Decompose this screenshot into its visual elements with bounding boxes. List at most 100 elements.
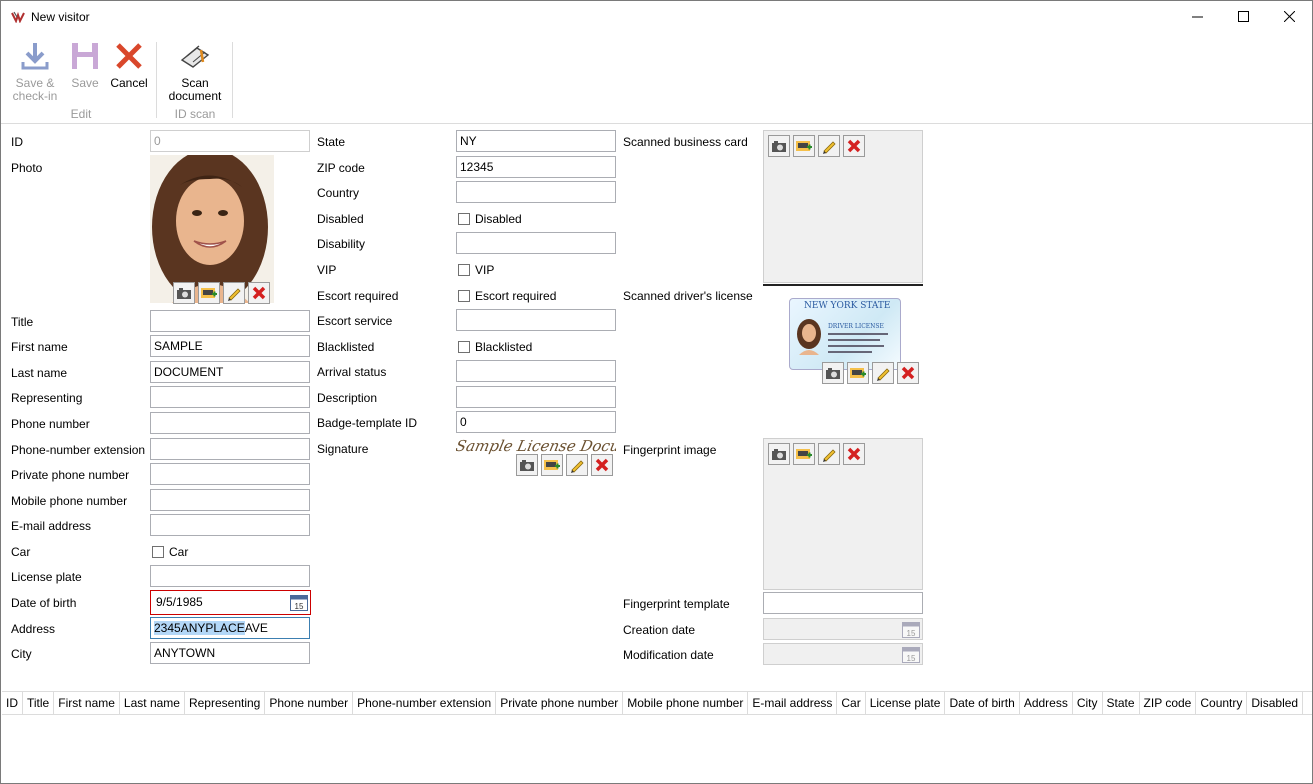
zip-field[interactable]: 12345 <box>456 156 616 178</box>
business-card-label: Scanned business card <box>623 135 748 149</box>
blacklisted-check-label: Blacklisted <box>475 340 533 354</box>
blacklisted-checkbox[interactable]: Blacklisted <box>458 340 532 354</box>
photo-actions <box>173 282 270 304</box>
cancel-button[interactable]: Cancel <box>109 40 149 90</box>
group-label-idscan: ID scan <box>174 107 216 121</box>
business-card-camera-button[interactable] <box>768 135 790 157</box>
column-header-license-plate[interactable]: License plate <box>866 692 946 714</box>
column-header-dob[interactable]: Date of birth <box>945 692 1020 714</box>
photo-load-image-button[interactable] <box>198 282 220 304</box>
signature-load-image-button[interactable] <box>541 454 563 476</box>
visitor-grid-body[interactable] <box>2 715 1312 783</box>
mobile-phone-field[interactable] <box>150 489 310 511</box>
load-image-icon <box>850 368 866 378</box>
scan-document-button[interactable]: Scan document <box>161 40 229 103</box>
phone-number-field[interactable] <box>150 412 310 434</box>
column-header-id[interactable]: ID <box>2 692 23 714</box>
column-header-city[interactable]: City <box>1073 692 1103 714</box>
app-logo-icon <box>11 11 25 23</box>
email-label: E-mail address <box>11 519 92 533</box>
fingerprint-actions <box>768 443 865 465</box>
license-edit-button[interactable] <box>872 362 894 384</box>
city-field[interactable]: ANYTOWN <box>150 642 310 664</box>
load-image-icon <box>544 460 560 470</box>
photo-camera-button[interactable] <box>173 282 195 304</box>
column-header-mobile-phone[interactable]: Mobile phone number <box>623 692 749 714</box>
new-visitor-window: New visitor Save & check-in Save Cancel … <box>0 0 1313 784</box>
business-card-delete-button[interactable] <box>843 135 865 157</box>
representing-label: Representing <box>11 391 83 405</box>
escort-required-checkbox[interactable]: Escort required <box>458 289 556 303</box>
fingerprint-load-image-button[interactable] <box>793 443 815 465</box>
save-checkin-label-2: check-in <box>12 89 58 103</box>
license-plate-label: License plate <box>11 570 82 584</box>
email-field[interactable] <box>150 514 310 536</box>
column-header-email[interactable]: E-mail address <box>748 692 838 714</box>
column-header-car[interactable]: Car <box>837 692 866 714</box>
portrait-image-icon <box>152 155 268 303</box>
delete-x-icon <box>847 139 861 153</box>
state-field[interactable]: NY <box>456 130 616 152</box>
disabled-checkbox[interactable]: Disabled <box>458 212 522 226</box>
pencil-icon <box>823 141 836 154</box>
fingerprint-template-field[interactable] <box>763 592 923 614</box>
modification-date-field: 15 <box>763 643 923 665</box>
column-header-state[interactable]: State <box>1103 692 1140 714</box>
private-phone-field[interactable] <box>150 463 310 485</box>
car-checkbox[interactable]: Car <box>152 545 188 559</box>
column-header-title[interactable]: Title <box>23 692 55 714</box>
license-load-image-button[interactable] <box>847 362 869 384</box>
country-field[interactable] <box>456 181 616 203</box>
business-card-load-image-button[interactable] <box>793 135 815 157</box>
save-button[interactable]: Save <box>65 40 105 90</box>
modification-date-label: Modification date <box>623 648 714 662</box>
save-label: Save <box>71 76 99 90</box>
escort-service-field[interactable] <box>456 309 616 331</box>
phone-ext-field[interactable] <box>150 438 310 460</box>
fingerprint-template-label: Fingerprint template <box>623 597 730 611</box>
first-name-field[interactable]: SAMPLE <box>150 335 310 357</box>
column-header-phone-number[interactable]: Phone number <box>265 692 354 714</box>
column-header-country[interactable]: Country <box>1196 692 1248 714</box>
last-name-field[interactable]: DOCUMENT <box>150 361 310 383</box>
license-plate-field[interactable] <box>150 565 310 587</box>
fingerprint-edit-button[interactable] <box>818 443 840 465</box>
load-image-icon <box>796 449 812 459</box>
minimize-button[interactable] <box>1174 1 1220 32</box>
maximize-button[interactable] <box>1220 1 1266 32</box>
column-header-representing[interactable]: Representing <box>185 692 266 714</box>
state-label: State <box>317 135 346 149</box>
signature-edit-button[interactable] <box>566 454 588 476</box>
dob-date-picker[interactable]: 9/5/1985 15 <box>150 590 311 615</box>
scan-label-2: document <box>168 89 222 103</box>
signature-camera-button[interactable] <box>516 454 538 476</box>
license-camera-button[interactable] <box>822 362 844 384</box>
close-button[interactable] <box>1266 1 1312 32</box>
vip-checkbox[interactable]: VIP <box>458 263 494 277</box>
photo-delete-button[interactable] <box>248 282 270 304</box>
representing-field[interactable] <box>150 386 310 408</box>
disabled-label: Disabled <box>317 212 364 226</box>
arrival-status-field[interactable] <box>456 360 616 382</box>
badge-template-field[interactable]: 0 <box>456 411 616 433</box>
column-header-phone-ext[interactable]: Phone-number extension <box>353 692 497 714</box>
title-field[interactable] <box>150 310 310 332</box>
column-header-address[interactable]: Address <box>1020 692 1073 714</box>
business-card-edit-button[interactable] <box>818 135 840 157</box>
column-header-zip[interactable]: ZIP code <box>1140 692 1197 714</box>
save-checkin-button[interactable]: Save & check-in <box>9 40 61 103</box>
signature-delete-button[interactable] <box>591 454 613 476</box>
disability-field[interactable] <box>456 232 616 254</box>
photo-edit-button[interactable] <box>223 282 245 304</box>
calendar-icon[interactable]: 15 <box>290 595 308 611</box>
column-header-last-name[interactable]: Last name <box>120 692 185 714</box>
group-separator <box>232 42 233 118</box>
column-header-disabled[interactable]: Disabled <box>1247 692 1304 714</box>
fingerprint-camera-button[interactable] <box>768 443 790 465</box>
column-header-first-name[interactable]: First name <box>54 692 120 714</box>
column-header-private-phone[interactable]: Private phone number <box>496 692 624 714</box>
fingerprint-delete-button[interactable] <box>843 443 865 465</box>
address-field[interactable]: 2345ANYPLACEAVE <box>150 617 310 639</box>
description-field[interactable] <box>456 386 616 408</box>
license-delete-button[interactable] <box>897 362 919 384</box>
